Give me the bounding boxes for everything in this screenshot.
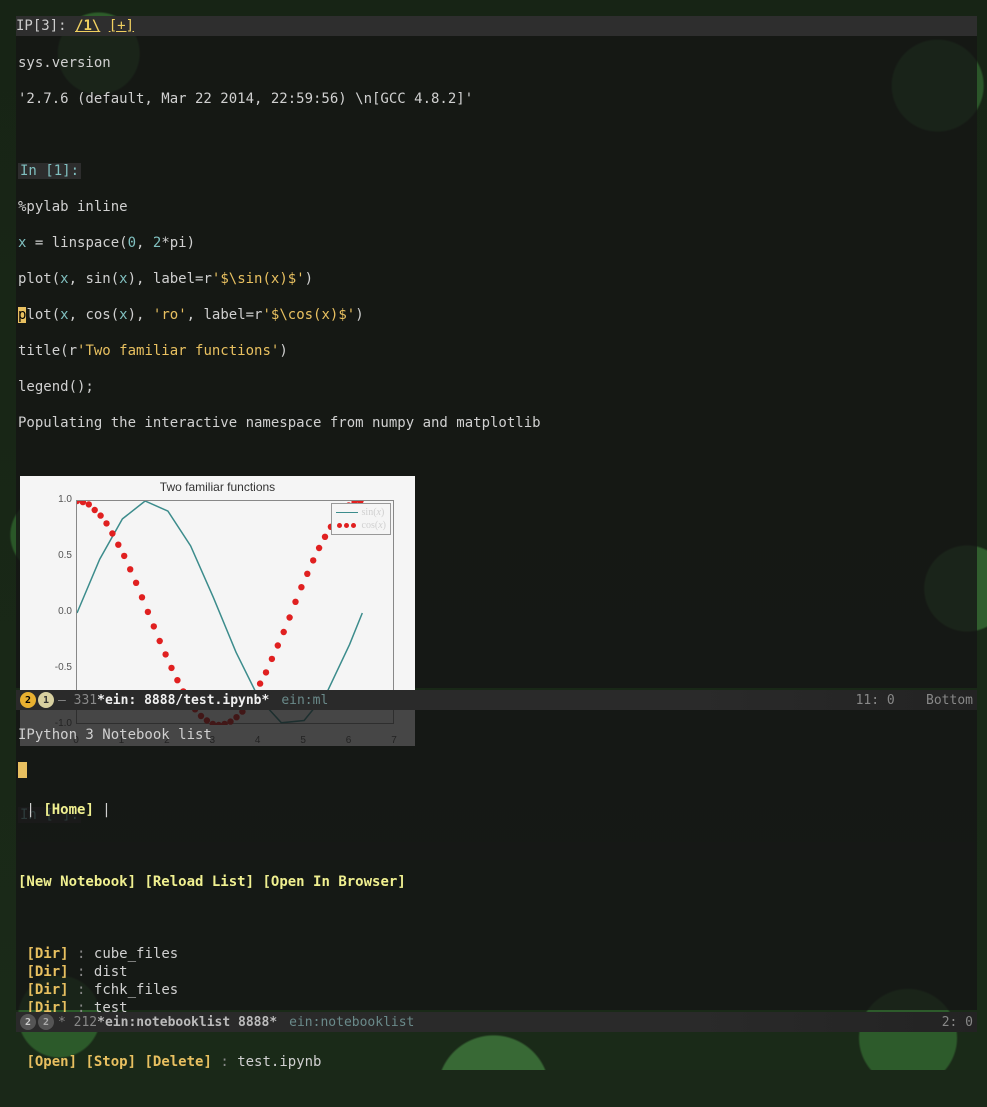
dir-name[interactable]: fchk_files	[94, 982, 178, 998]
code-line[interactable]: legend();	[18, 378, 975, 396]
legend-label: sin(x)	[362, 507, 385, 518]
code-line[interactable]: sys.version	[18, 54, 975, 72]
output-text: '2.7.6 (default, Mar 22 2014, 22:59:56) …	[18, 90, 975, 108]
legend-label: cos(x)	[362, 520, 386, 531]
notebooklist-pane[interactable]: IPython 3 Notebook list | [Home] | [New …	[16, 708, 977, 1010]
notebooklist-title: IPython 3 Notebook list	[18, 726, 975, 744]
tab-bar: IP[3]: /1\ [+]	[16, 16, 977, 36]
file-name[interactable]: test.ipynb	[237, 1054, 321, 1070]
tab-label: IP[3]:	[16, 18, 67, 34]
notebook-pane[interactable]: IP[3]: /1\ [+] sys.version '2.7.6 (defau…	[16, 16, 977, 688]
open-button[interactable]: [Open]	[26, 1054, 77, 1070]
modeline-top: 2 1 — 331 *ein: 8888/test.ipynb* ein:ml …	[16, 690, 977, 710]
tab-plus[interactable]: [+]	[109, 18, 134, 34]
dir-row: [Dir] : cube_files	[18, 945, 975, 963]
code-line[interactable]: plot(x, cos(x), 'ro', label=r'$\cos(x)$'…	[18, 306, 975, 324]
modeline-badge: 2	[20, 1014, 36, 1030]
home-link[interactable]: [Home]	[43, 802, 94, 818]
cell-prompt: In [1]:	[18, 163, 81, 179]
legend-dots-icon	[336, 523, 358, 528]
ytick: 0.5	[38, 550, 72, 561]
dir-tag[interactable]: [Dir]	[26, 964, 68, 980]
output-text: Populating the interactive namespace fro…	[18, 414, 975, 432]
notebook-content[interactable]: sys.version '2.7.6 (default, Mar 22 2014…	[16, 36, 977, 468]
dir-row: [Dir] : dist	[18, 963, 975, 981]
dir-tag[interactable]: [Dir]	[26, 946, 68, 962]
delete-button[interactable]: [Delete]	[144, 1054, 211, 1070]
stop-button[interactable]: [Stop]	[85, 1054, 136, 1070]
ytick: 1.0	[38, 494, 72, 505]
code-line[interactable]: x = linspace(0, 2*pi)	[18, 234, 975, 252]
modeline-badge: 2	[38, 1014, 54, 1030]
code-line[interactable]: %pylab inline	[18, 198, 975, 216]
ytick: 0.0	[38, 606, 72, 617]
dir-name[interactable]: cube_files	[94, 946, 178, 962]
modeline-badge: 1	[38, 692, 54, 708]
action-row: [New Notebook] [Reload List] [Open In Br…	[18, 873, 975, 891]
code-line[interactable]: title(r'Two familiar functions')	[18, 342, 975, 360]
new-notebook-button[interactable]: [New Notebook]	[18, 874, 136, 890]
modeline-filename: *ein: 8888/test.ipynb*	[97, 693, 269, 708]
tab-active[interactable]: /1\	[75, 18, 100, 34]
plot-legend: sin(x) cos(x)	[331, 503, 391, 535]
modeline-filename: *ein:notebooklist 8888*	[97, 1015, 277, 1030]
legend-line-icon	[336, 512, 358, 513]
cursor	[18, 762, 27, 778]
dir-row: [Dir] : fchk_files	[18, 981, 975, 999]
modeline-mode: ein:ml	[281, 693, 328, 708]
reload-list-button[interactable]: [Reload List]	[144, 874, 254, 890]
modeline-badge: 2	[20, 692, 36, 708]
modeline-bottom: 2 2 * 212 *ein:notebooklist 8888* ein:no…	[16, 1012, 977, 1032]
ytick: -0.5	[38, 662, 72, 673]
open-in-browser-button[interactable]: [Open In Browser]	[262, 874, 405, 890]
code-line[interactable]: plot(x, sin(x), label=r'$\sin(x)$')	[18, 270, 975, 288]
file-row: [Open] [Stop] [Delete] : test.ipynb	[18, 1053, 975, 1071]
dir-tag[interactable]: [Dir]	[26, 982, 68, 998]
modeline-mode: ein:notebooklist	[289, 1015, 414, 1030]
dir-name[interactable]: dist	[94, 964, 128, 980]
plot-title: Two familiar functions	[20, 480, 415, 494]
